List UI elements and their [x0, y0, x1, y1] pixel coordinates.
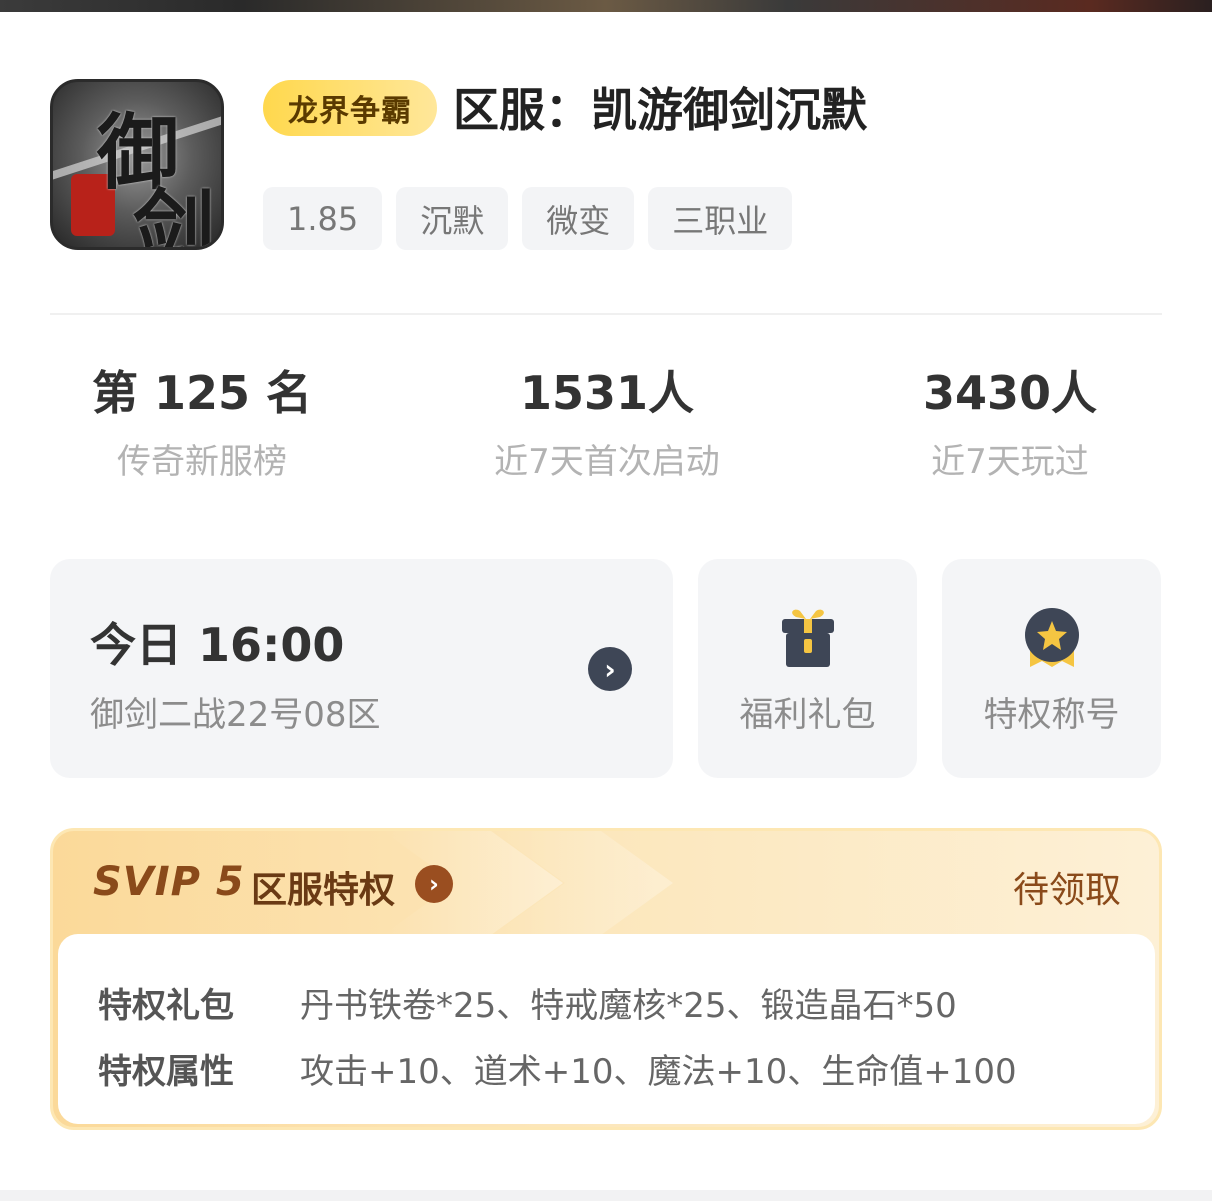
stat-value: 3430人	[922, 366, 1098, 420]
divider	[50, 313, 1162, 315]
stat-played: 3430人 近7天玩过	[858, 360, 1162, 483]
tag-list: 1.85 沉默 微变 三职业	[263, 187, 793, 250]
tag-style: 微变	[522, 187, 635, 250]
server-open-time: 今日 16:00	[90, 618, 345, 672]
page-title: 区服：凯游御剑沉默	[453, 83, 867, 137]
svip-level[interactable]: SVIP 5	[93, 859, 245, 905]
chevron-right-icon[interactable]: ›	[588, 647, 632, 691]
privilege-row: 特权礼包 丹书铁卷*25、特戒魔核*25、锻造晶石*50	[98, 978, 957, 1027]
bottom-divider	[0, 1190, 1212, 1201]
gift-pack-button[interactable]: 福利礼包	[698, 559, 917, 778]
privilege-row: 特权属性 攻击+10、道术+10、魔法+10、生命值+100	[98, 1044, 1017, 1093]
stat-value: 第 125 名	[91, 366, 313, 420]
privilege-key: 特权属性	[98, 1052, 234, 1092]
privilege-value: 攻击+10、道术+10、魔法+10、生命值+100	[300, 1052, 1017, 1092]
server-name: 御剑二战22号08区	[90, 695, 381, 735]
medal-icon	[1025, 608, 1079, 667]
stat-label: 近7天玩过	[931, 442, 1089, 482]
stat-first-launch: 1531人 近7天首次启动	[455, 360, 759, 483]
game-logo-icon: 御 剑	[50, 79, 224, 250]
stat-rank[interactable]: 第 125 名 传奇新服榜	[50, 360, 354, 483]
stat-value: 1531人	[519, 366, 695, 420]
privilege-title-label: 特权称号	[983, 695, 1120, 735]
privilege-title-button[interactable]: 特权称号	[942, 559, 1161, 778]
tag-classes: 三职业	[648, 187, 793, 250]
stat-label: 传奇新服榜	[117, 442, 287, 482]
privilege-value: 丹书铁卷*25、特戒魔核*25、锻造晶石*50	[300, 986, 957, 1026]
gift-icon	[782, 609, 834, 667]
server-open-card[interactable]: 今日 16:00 御剑二战22号08区 ›	[50, 559, 673, 778]
svip-privilege-panel: SVIP 5 区服特权 › 待领取 特权礼包 丹书铁卷*25、特戒魔核*25、锻…	[50, 828, 1162, 1130]
svip-details: 特权礼包 丹书铁卷*25、特戒魔核*25、锻造晶石*50 特权属性 攻击+10、…	[58, 934, 1155, 1124]
tag-type: 沉默	[396, 187, 509, 250]
chevron-right-icon[interactable]: ›	[415, 865, 453, 903]
gift-pack-label: 福利礼包	[739, 695, 876, 735]
game-badge: 龙界争霸	[263, 80, 437, 136]
tag-version: 1.85	[263, 187, 383, 250]
top-banner-image	[0, 0, 1212, 12]
claim-status-link[interactable]: 待领取	[1013, 861, 1121, 913]
privilege-key: 特权礼包	[98, 986, 234, 1026]
svip-title[interactable]: 区服特权	[251, 861, 395, 913]
stat-label: 近7天首次启动	[494, 442, 720, 482]
